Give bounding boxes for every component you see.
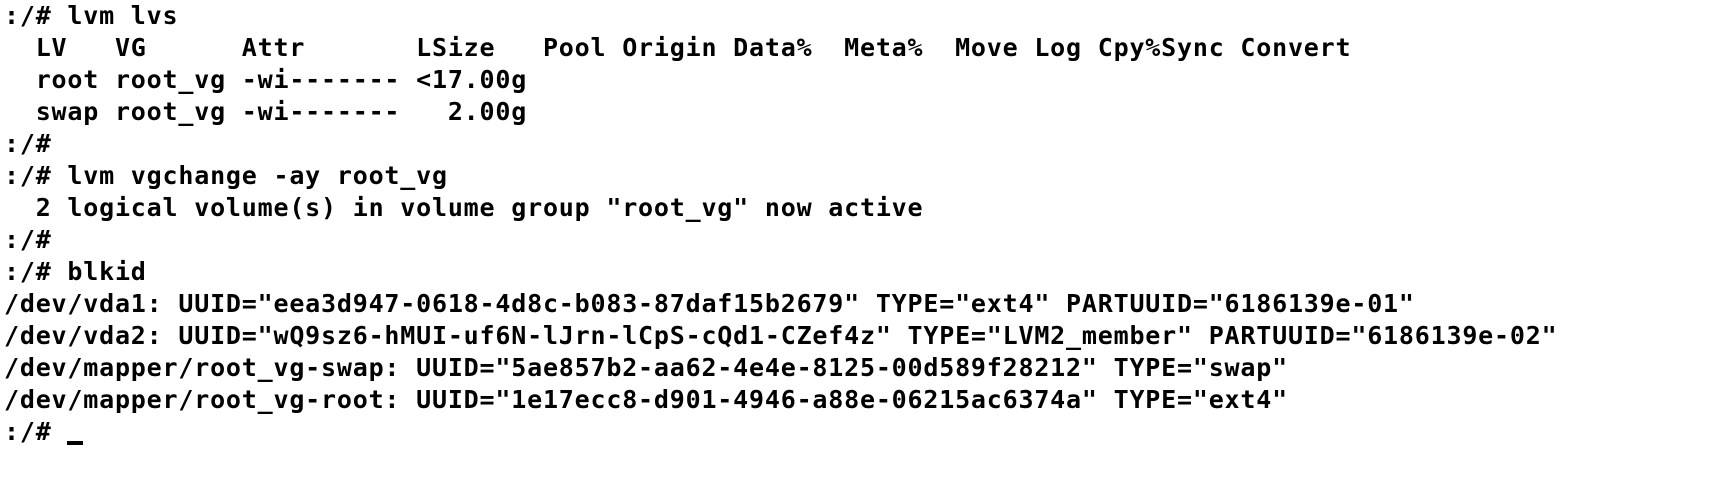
terminal-prompt: :/# — [4, 417, 68, 446]
terminal-line-lvs-header: LV VG Attr LSize Pool Origin Data% Meta%… — [4, 33, 1352, 62]
terminal-line-blkid-vda1: /dev/vda1: UUID="eea3d947-0618-4d8c-b083… — [4, 289, 1415, 318]
terminal-line-prompt: :/# — [4, 225, 52, 254]
terminal-line-prompt: :/# — [4, 129, 52, 158]
terminal-input-line[interactable]: :/# — [4, 416, 1725, 448]
terminal-line-vgchange-output: 2 logical volume(s) in volume group "roo… — [4, 193, 924, 222]
terminal-line-blkid-command: :/# blkid — [4, 257, 147, 286]
terminal-line-blkid-root: /dev/mapper/root_vg-root: UUID="1e17ecc8… — [4, 385, 1288, 414]
terminal-window[interactable]: :/# lvm lvs LV VG Attr LSize Pool Origin… — [0, 0, 1725, 494]
terminal-cursor — [67, 441, 84, 445]
terminal-line-vgchange-command: :/# lvm vgchange -ay root_vg — [4, 161, 448, 190]
terminal-line-blkid-swap: /dev/mapper/root_vg-swap: UUID="5ae857b2… — [4, 353, 1288, 382]
terminal-line-blkid-vda2: /dev/vda2: UUID="wQ9sz6-hMUI-uf6N-lJrn-l… — [4, 321, 1558, 350]
terminal-line-lvs-command: :/# lvm lvs — [4, 1, 179, 30]
terminal-line-lv-swap: swap root_vg -wi------- 2.00g — [4, 97, 528, 126]
terminal-line-lv-root: root root_vg -wi------- <17.00g — [4, 65, 528, 94]
